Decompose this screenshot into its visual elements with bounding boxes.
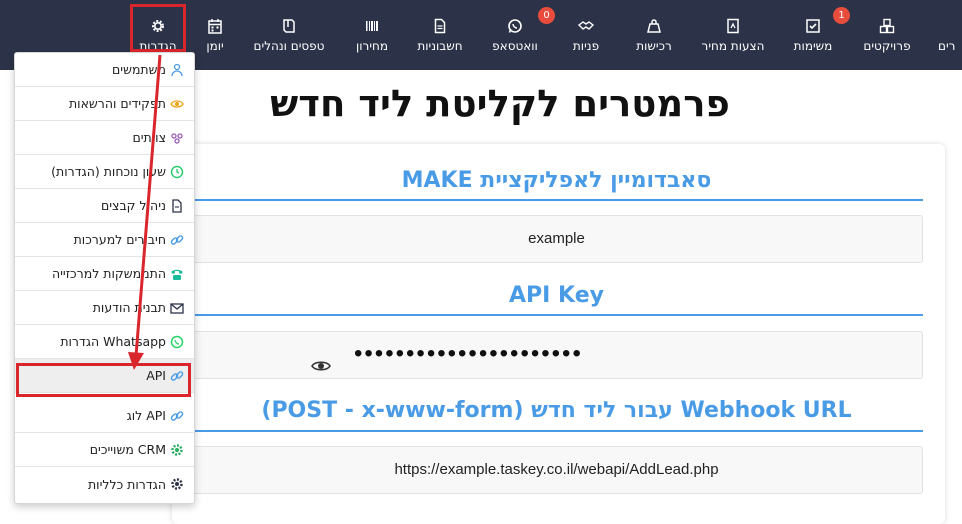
nav-projects-label: פרויקטים xyxy=(863,38,911,53)
menu-item-roles[interactable]: תפקידים והרשאות xyxy=(15,87,194,121)
menu-item-label: תפקידים והרשאות xyxy=(68,96,166,111)
menu-item-users[interactable]: משתמשים xyxy=(15,53,194,87)
nav-invoices[interactable]: חשבוניות xyxy=(414,0,466,70)
gear-icon xyxy=(170,477,184,491)
apikey-field[interactable]: •••••••••••••••••••••• xyxy=(190,331,923,379)
nav-calendar-label: יומן xyxy=(206,38,224,53)
webhook-divider xyxy=(190,430,923,432)
clock-icon xyxy=(170,165,184,179)
document-icon xyxy=(432,18,448,34)
nav-calendar[interactable]: יומן xyxy=(200,0,230,70)
nav-tasks-label: משימות xyxy=(793,38,833,53)
menu-item-label: API לוג xyxy=(126,408,166,423)
menu-item-general-settings[interactable]: הגדרות כלליות xyxy=(15,467,194,501)
menu-item-label: תבנית הודעות xyxy=(92,300,166,315)
webhook-section-title: Webhook URL עבור ליד חדש (POST - x-www-f… xyxy=(261,398,852,423)
handshake-icon xyxy=(578,18,594,34)
menu-item-message-templates[interactable]: תבנית הודעות xyxy=(15,291,194,325)
team-icon xyxy=(170,131,184,145)
envelope-icon xyxy=(170,301,184,315)
nav-leads[interactable]: פניות xyxy=(566,0,606,70)
webhook-url-field[interactable]: https://example.taskey.co.il/webapi/AddL… xyxy=(190,446,923,494)
book-icon xyxy=(281,18,297,34)
apikey-section-title: API Key xyxy=(509,283,604,308)
barcode-icon xyxy=(364,18,380,34)
tasks-badge: 1 xyxy=(833,7,850,24)
menu-item-label: Whatsapp הגדרות xyxy=(60,334,166,349)
gear-icon xyxy=(170,443,184,457)
nav-purchases-label: רכישות xyxy=(636,38,672,53)
users-icon xyxy=(938,18,962,34)
subdomain-divider xyxy=(190,199,923,201)
link-icon xyxy=(170,409,184,423)
whatsapp-icon xyxy=(507,18,523,34)
nav-invoices-label: חשבוניות xyxy=(417,38,463,53)
nav-tasks[interactable]: משימות xyxy=(790,0,836,70)
menu-item-label: צוותים xyxy=(132,130,166,145)
phone-icon xyxy=(170,267,184,281)
menu-item-label: התממשקות למרכזייה xyxy=(51,266,166,281)
nav-clients[interactable]: רים xyxy=(938,0,962,70)
menu-item-crm-linked[interactable]: CRM משוייכים xyxy=(15,433,194,467)
apikey-value: •••••••••••••••••••••• xyxy=(354,340,583,367)
menu-item-label: CRM משוייכים xyxy=(89,442,166,457)
checkbox-icon xyxy=(805,18,821,34)
menu-item-system-connections[interactable]: חיבורים למערכות xyxy=(15,223,194,257)
nav-quotes-label: הצעות מחיר xyxy=(701,38,765,53)
nav-leads-label: פניות xyxy=(572,38,600,53)
menu-item-label: הגדרות כלליות xyxy=(87,476,166,492)
users-icon xyxy=(170,63,184,77)
subdomain-section-title: סאבדומיין לאפליקציית MAKE xyxy=(401,168,712,193)
nav-forms-label: טפסים ונהלים xyxy=(253,38,325,53)
eye-icon xyxy=(170,97,184,111)
nav-pricelist-label: מחירון xyxy=(356,38,388,53)
nav-whatsapp-label: וואטסאפ xyxy=(492,38,538,53)
subdomain-field[interactable]: example xyxy=(190,215,923,263)
menu-item-teams[interactable]: צוותים xyxy=(15,121,194,155)
menu-item-label: ניהול קבצים xyxy=(100,198,166,213)
whatsapp-icon xyxy=(170,335,184,349)
apikey-divider xyxy=(190,314,923,316)
api-highlight-box xyxy=(16,363,191,397)
menu-item-label: משתמשים xyxy=(112,62,166,77)
file-icon xyxy=(170,198,184,213)
nav-forms[interactable]: טפסים ונהלים xyxy=(248,0,330,70)
menu-item-pbx-integration[interactable]: התממשקות למרכזייה xyxy=(15,257,194,291)
show-password-eye-icon[interactable] xyxy=(311,347,331,371)
menu-item-api-log[interactable]: API לוג xyxy=(15,399,194,433)
nav-whatsapp[interactable]: וואטסאפ xyxy=(488,0,542,70)
menu-item-label: חיבורים למערכות xyxy=(73,232,166,247)
nav-clients-label: רים xyxy=(938,38,956,53)
whatsapp-badge: 0 xyxy=(538,7,555,24)
settings-dropdown-menu: משתמשים תפקידים והרשאות צוותים שעון נוכח… xyxy=(14,52,195,504)
settings-highlight-box xyxy=(130,4,186,52)
menu-item-attendance-clock[interactable]: שעון נוכחות (הגדרות) xyxy=(15,155,194,189)
quote-icon xyxy=(725,18,741,34)
page-title: פרמטרים לקליטת ליד חדש xyxy=(270,82,730,125)
nav-quotes[interactable]: הצעות מחיר xyxy=(700,0,766,70)
menu-item-file-management[interactable]: ניהול קבצים xyxy=(15,189,194,223)
nav-purchases[interactable]: רכישות xyxy=(632,0,676,70)
nav-projects[interactable]: פרויקטים xyxy=(860,0,914,70)
menu-item-label: שעון נוכחות (הגדרות) xyxy=(51,164,166,179)
cubes-icon xyxy=(879,18,895,34)
calendar-icon xyxy=(207,18,223,34)
tag-icon xyxy=(646,18,662,34)
nav-pricelist[interactable]: מחירון xyxy=(350,0,394,70)
link-icon xyxy=(170,233,184,247)
menu-item-whatsapp-settings[interactable]: Whatsapp הגדרות xyxy=(15,325,194,359)
